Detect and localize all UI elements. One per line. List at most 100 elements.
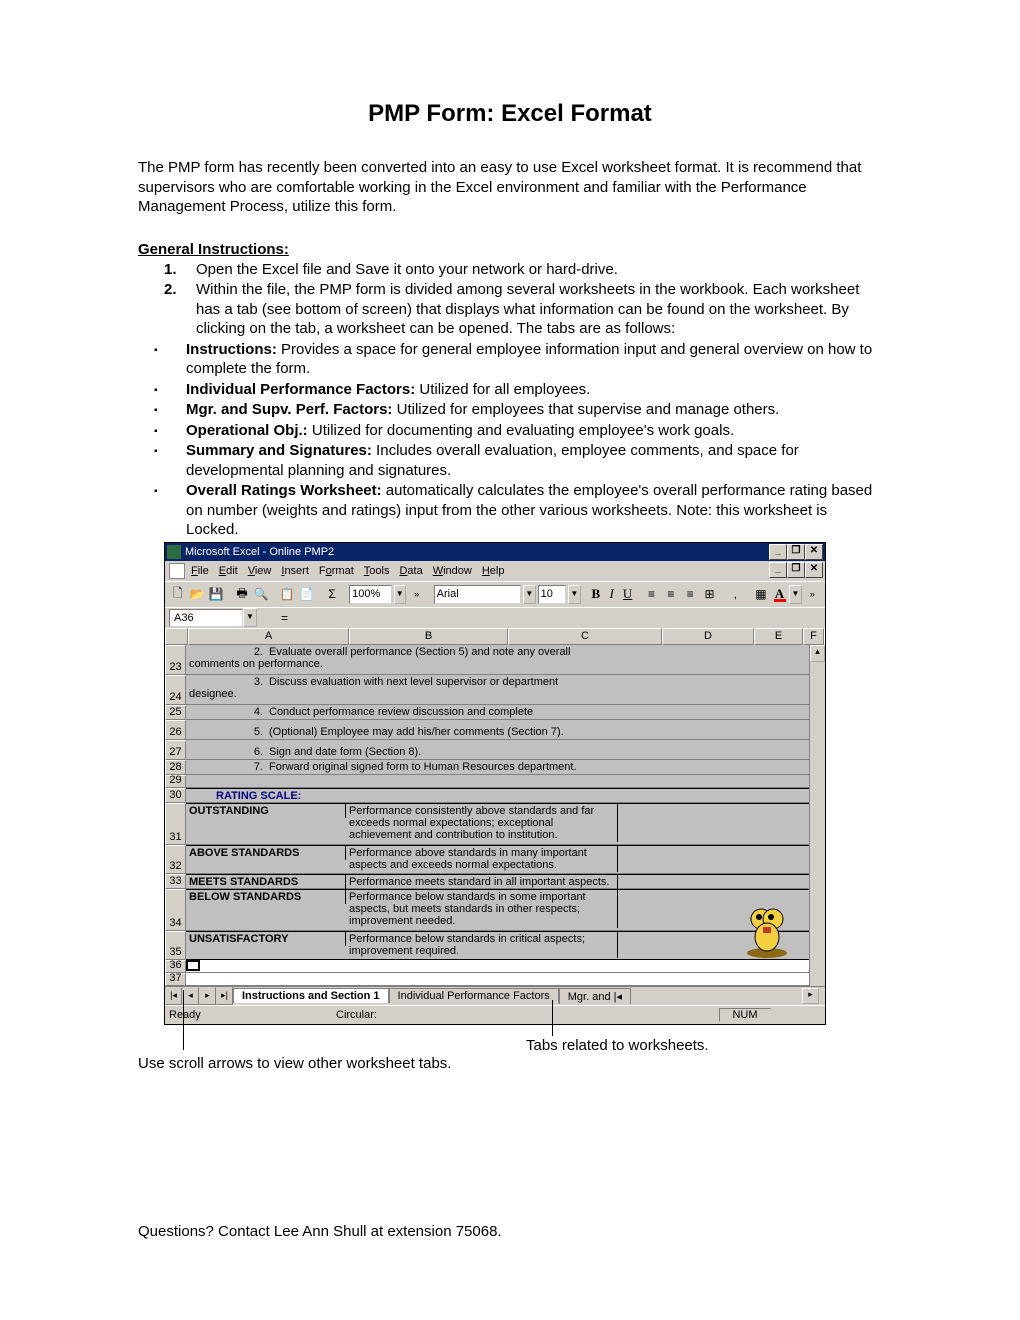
row-header-28[interactable]: 28: [165, 760, 186, 775]
row-header-27[interactable]: 27: [165, 740, 186, 760]
cell-24-text: Discuss evaluation with next level super…: [269, 676, 558, 688]
menu-format[interactable]: Format: [319, 565, 354, 577]
horizontal-scrollbar[interactable]: ▸: [631, 988, 825, 1004]
rating-outstanding-label: OUTSTANDING: [189, 805, 269, 817]
copy-icon[interactable]: 📋: [278, 584, 295, 604]
col-header-d[interactable]: D: [662, 628, 754, 645]
footer-contact: Questions? Contact Lee Ann Shull at exte…: [138, 1223, 502, 1240]
maximize-button[interactable]: ❐: [787, 544, 805, 560]
row-header-33[interactable]: 33: [165, 874, 186, 889]
borders-icon[interactable]: ▦: [752, 584, 769, 604]
col-header-c[interactable]: C: [508, 628, 662, 645]
row-header-31[interactable]: 31: [165, 803, 186, 845]
font-color-button[interactable]: A: [772, 586, 788, 602]
document-icon: [169, 563, 185, 579]
minimize-button[interactable]: _: [769, 544, 787, 560]
paste-icon[interactable]: 📄: [298, 584, 315, 604]
italic-button[interactable]: I: [605, 586, 619, 602]
font-name-box[interactable]: Arial: [434, 585, 522, 604]
menu-view[interactable]: View: [248, 565, 272, 577]
vertical-scrollbar[interactable]: ▴: [809, 645, 825, 986]
menu-file[interactable]: File: [191, 565, 209, 577]
doc-minimize-button[interactable]: _: [769, 562, 787, 578]
menu-data[interactable]: Data: [399, 565, 422, 577]
menu-help[interactable]: Help: [482, 565, 505, 577]
autosum-icon[interactable]: Σ: [323, 584, 340, 604]
tab-nav-last-icon[interactable]: ▸|: [216, 987, 233, 1005]
rating-below-desc: Performance below standards in some impo…: [346, 890, 618, 928]
rating-meets-desc: Performance meets standard in all import…: [346, 875, 618, 889]
new-icon[interactable]: 🗋: [169, 584, 186, 604]
font-color-dropdown-icon[interactable]: ▼: [789, 585, 801, 604]
comma-style-icon[interactable]: ,: [727, 584, 744, 604]
row-header-24[interactable]: 24: [165, 675, 186, 705]
row-header-26[interactable]: 26: [165, 720, 186, 740]
rating-unsat-desc: Performance below standards in critical …: [346, 932, 618, 958]
rating-below-label: BELOW STANDARDS: [189, 891, 301, 903]
rating-outstanding-desc: Performance consistently above standards…: [346, 804, 618, 842]
save-icon[interactable]: 💾: [208, 584, 225, 604]
close-button[interactable]: ✕: [805, 544, 823, 560]
office-assistant-icon[interactable]: [743, 899, 791, 959]
instruction-1: 1.Open the Excel file and Save it onto y…: [138, 260, 882, 280]
row-header-29[interactable]: 29: [165, 775, 186, 788]
doc-maximize-button[interactable]: ❐: [787, 562, 805, 578]
cell-23-text: Evaluate overall performance (Section 5)…: [269, 646, 570, 658]
callout-tabs-text: Tabs related to worksheets.: [526, 1037, 709, 1054]
excel-titlebar: Microsoft Excel - Online PMP2 _ ❐ ✕: [165, 543, 825, 561]
grid-body: 23 24 25 26 27 28 29 30 31 32 33 34 35 3…: [165, 645, 825, 986]
cell-25-num: 4.: [186, 705, 266, 719]
bold-button[interactable]: B: [589, 586, 603, 602]
open-icon[interactable]: 📂: [188, 584, 205, 604]
bullet-overall-ratings: ▪Overall Ratings Worksheet: automaticall…: [138, 481, 882, 540]
row-header-34[interactable]: 34: [165, 889, 186, 931]
tab-nav-prev-icon[interactable]: ◂: [182, 987, 199, 1005]
align-right-icon[interactable]: ≡: [682, 584, 699, 604]
rating-scale-heading: RATING SCALE:: [216, 790, 301, 802]
bullet-individual-performance: ▪Individual Performance Factors: Utilize…: [138, 380, 882, 400]
row-header-30[interactable]: 30: [165, 788, 186, 803]
merge-center-icon[interactable]: ⊞: [701, 584, 718, 604]
select-all-corner[interactable]: [165, 628, 188, 645]
menu-edit[interactable]: Edit: [219, 565, 238, 577]
row-header-35[interactable]: 35: [165, 931, 186, 960]
bullet-operational-obj: ▪Operational Obj.: Utilized for document…: [138, 421, 882, 441]
col-header-f[interactable]: F: [803, 628, 824, 645]
zoom-dropdown-icon[interactable]: ▼: [394, 585, 406, 604]
row-header-37[interactable]: 37: [165, 973, 186, 986]
row-header-23[interactable]: 23: [165, 645, 186, 675]
sheet-tab-individual-performance[interactable]: Individual Performance Factors: [389, 988, 559, 1003]
toolbar-more-icon[interactable]: »: [408, 584, 425, 604]
row-header-32[interactable]: 32: [165, 845, 186, 874]
font-dropdown-icon[interactable]: ▼: [523, 585, 535, 604]
sheet-tab-instructions[interactable]: Instructions and Section 1: [233, 988, 389, 1003]
doc-close-button[interactable]: ✕: [805, 562, 823, 578]
underline-button[interactable]: U: [621, 586, 635, 602]
menu-insert[interactable]: Insert: [281, 565, 309, 577]
menu-tools[interactable]: Tools: [364, 565, 390, 577]
print-preview-icon[interactable]: 🔍: [253, 584, 270, 604]
sheet-tab-mgr[interactable]: Mgr. and |◂: [559, 988, 631, 1004]
col-header-e[interactable]: E: [754, 628, 803, 645]
name-box[interactable]: A36: [169, 609, 243, 627]
print-icon[interactable]: 🖶: [233, 584, 250, 604]
tab-nav-first-icon[interactable]: |◂: [165, 987, 182, 1005]
namebox-dropdown-icon[interactable]: ▼: [243, 608, 257, 627]
cell-28-num: 7.: [186, 760, 266, 774]
font-size-box[interactable]: 10: [538, 585, 567, 604]
cell-area[interactable]: 2.Evaluate overall performance (Section …: [186, 645, 809, 986]
status-circular: Circular:: [336, 1009, 719, 1021]
status-bar: Ready Circular: NUM: [165, 1005, 825, 1024]
format-toolbar-more-icon[interactable]: »: [804, 584, 821, 604]
row-header-25[interactable]: 25: [165, 705, 186, 720]
tab-nav-next-icon[interactable]: ▸: [199, 987, 216, 1005]
menu-window[interactable]: Window: [433, 565, 472, 577]
col-header-a[interactable]: A: [188, 628, 349, 645]
fontsize-dropdown-icon[interactable]: ▼: [568, 585, 580, 604]
zoom-box[interactable]: 100%: [349, 585, 391, 604]
align-center-icon[interactable]: ≡: [662, 584, 679, 604]
align-left-icon[interactable]: ≡: [643, 584, 660, 604]
col-header-b[interactable]: B: [349, 628, 508, 645]
equals-label: =: [281, 611, 288, 625]
bullet-summary-signatures: ▪Summary and Signatures: Includes overal…: [138, 441, 882, 480]
